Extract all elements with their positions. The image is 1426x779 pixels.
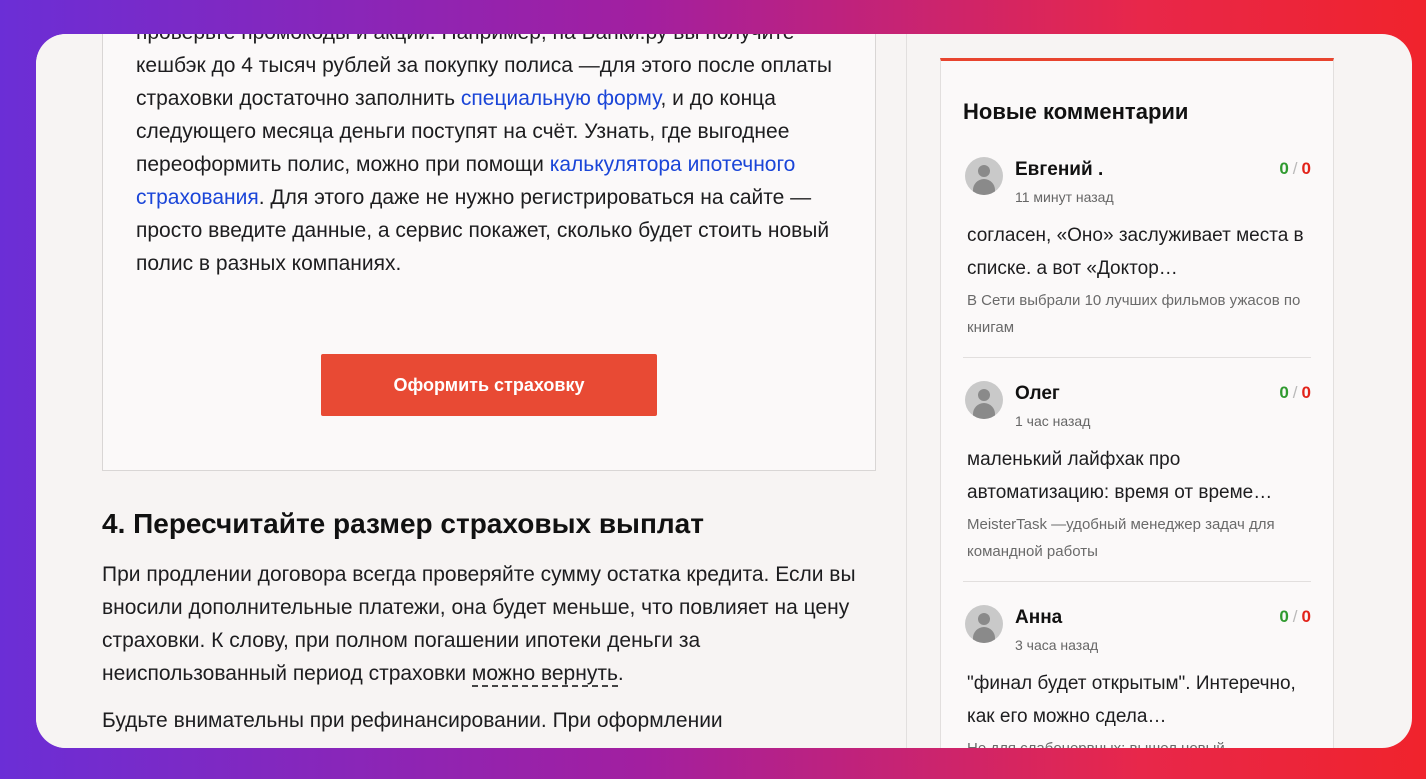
comment-source-link[interactable]: MeisterTask —удобный менеджер задач для … bbox=[967, 511, 1309, 565]
page-card: проверьте промокоды и акции. Например, н… bbox=[36, 34, 1412, 748]
avatar[interactable] bbox=[965, 381, 1003, 419]
downvote-count[interactable]: 0 bbox=[1302, 383, 1311, 402]
section-paragraph: При продлении договора всегда проверяйте… bbox=[102, 558, 882, 690]
get-insurance-button[interactable]: Оформить страховку bbox=[321, 354, 657, 416]
comment-text[interactable]: согласен, «Оно» заслуживает места в спис… bbox=[967, 219, 1309, 285]
comment-divider bbox=[963, 357, 1311, 358]
upvote-count[interactable]: 0 bbox=[1279, 159, 1288, 178]
upvote-count[interactable]: 0 bbox=[1279, 383, 1288, 402]
comment-divider bbox=[963, 581, 1311, 582]
comment-source-link[interactable]: Не для слабонервных: вышел новый bbox=[967, 735, 1309, 748]
vote-counter: 0/0 bbox=[1279, 383, 1311, 403]
downvote-count[interactable]: 0 bbox=[1302, 159, 1311, 178]
comment-author[interactable]: Олег bbox=[1015, 383, 1060, 405]
promo-text: проверьте промокоды и акции. Например, н… bbox=[136, 34, 856, 280]
comment-time: 3 часа назад bbox=[1015, 637, 1099, 653]
comment-time: 1 час назад bbox=[1015, 413, 1091, 429]
upvote-count[interactable]: 0 bbox=[1279, 607, 1288, 626]
vote-separator: / bbox=[1292, 383, 1298, 402]
comment-text[interactable]: маленький лайфхак про автоматизацию: вре… bbox=[967, 443, 1309, 509]
promo-box: проверьте промокоды и акции. Например, н… bbox=[102, 34, 876, 471]
comments-sidebar: Новые комментарии Евгений . 11 минут наз… bbox=[940, 58, 1334, 748]
sidebar-title: Новые комментарии bbox=[963, 99, 1189, 124]
article: проверьте промокоды и акции. Например, н… bbox=[36, 34, 942, 748]
special-form-link[interactable]: специальную форму bbox=[461, 87, 661, 110]
downvote-count[interactable]: 0 bbox=[1302, 607, 1311, 626]
comment-author[interactable]: Анна bbox=[1015, 607, 1062, 629]
comment-source-link[interactable]: В Сети выбрали 10 лучших фильмов ужасов … bbox=[967, 287, 1309, 341]
comment-text[interactable]: "финал будет открытым". Интеречно, как е… bbox=[967, 667, 1309, 733]
section-heading: 4. Пересчитайте размер страховых выплат bbox=[102, 508, 704, 539]
vote-counter: 0/0 bbox=[1279, 607, 1311, 627]
comment-time: 11 минут назад bbox=[1015, 189, 1114, 205]
paragraph-text: . bbox=[617, 662, 624, 685]
vote-separator: / bbox=[1292, 159, 1298, 178]
vote-separator: / bbox=[1292, 607, 1298, 626]
section-paragraph-2: Будьте внимательны при рефинансировании.… bbox=[102, 709, 723, 732]
comment-author[interactable]: Евгений . bbox=[1015, 159, 1103, 181]
vote-counter: 0/0 bbox=[1279, 159, 1311, 179]
column-divider bbox=[906, 34, 907, 748]
avatar[interactable] bbox=[965, 157, 1003, 195]
avatar[interactable] bbox=[965, 605, 1003, 643]
refund-link[interactable]: можно вернуть bbox=[471, 662, 618, 687]
